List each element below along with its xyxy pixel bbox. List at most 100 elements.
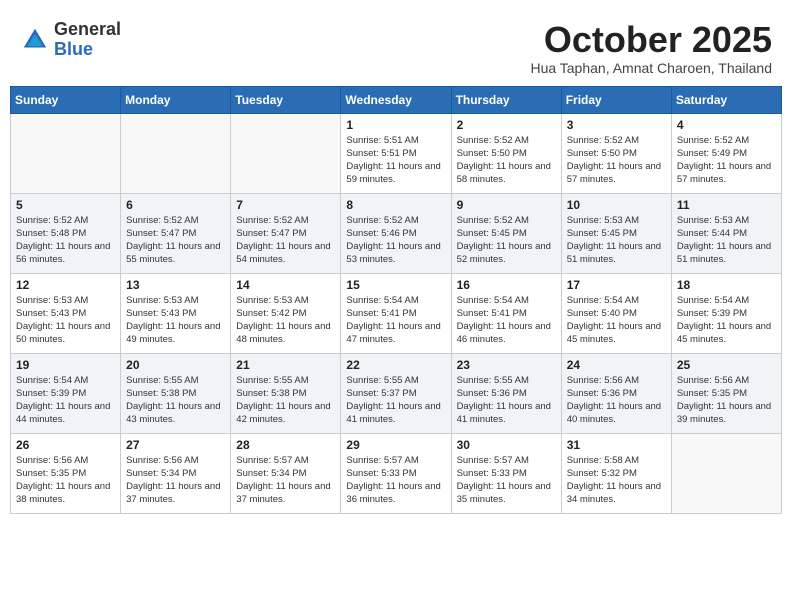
calendar-day-cell: 6Sunrise: 5:52 AM Sunset: 5:47 PM Daylig… — [121, 193, 231, 273]
calendar-day-cell: 4 Sunrise: 5:52 AM Sunset: 5:49 PM Daylig… — [671, 113, 781, 193]
weekday-header: Sunday — [11, 86, 121, 113]
calendar-day-cell: 26 Sunrise: 5:56 AM Sunset: 5:35 PM Dayli… — [11, 433, 121, 513]
day-number: 4 — [677, 118, 776, 132]
day-number: 20 — [126, 358, 225, 372]
logo-general: General — [54, 20, 121, 40]
calendar-day-cell: 3 Sunrise: 5:52 AM Sunset: 5:50 PM Daylig… — [561, 113, 671, 193]
day-info: Sunrise: 5:52 AM Sunset: 5:47 PM Dayligh… — [126, 214, 225, 267]
day-number: 25 — [677, 358, 776, 372]
calendar-day-cell: 7Sunrise: 5:52 AM Sunset: 5:47 PM Daylig… — [231, 193, 341, 273]
calendar-week-row: 1 Sunrise: 5:51 AM Sunset: 5:51 PM Daylig… — [11, 113, 782, 193]
page-header: General Blue October 2025 Hua Taphan, Am… — [10, 10, 782, 81]
calendar-day-cell: 14 Sunrise: 5:53 AM Sunset: 5:42 PM Dayli… — [231, 273, 341, 353]
day-info: Sunrise: 5:52 AM Sunset: 5:46 PM Dayligh… — [346, 214, 445, 267]
day-info: Sunrise: 5:52 AM Sunset: 5:48 PM Dayligh… — [16, 214, 115, 267]
day-info: Sunrise: 5:54 AM Sunset: 5:40 PM Dayligh… — [567, 294, 666, 347]
weekday-header: Tuesday — [231, 86, 341, 113]
calendar-day-cell: 5Sunrise: 5:52 AM Sunset: 5:48 PM Daylig… — [11, 193, 121, 273]
calendar-day-cell: 19Sunrise: 5:54 AM Sunset: 5:39 PM Dayli… — [11, 353, 121, 433]
calendar-day-cell: 15 Sunrise: 5:54 AM Sunset: 5:41 PM Dayli… — [341, 273, 451, 353]
logo: General Blue — [20, 20, 121, 60]
day-info: Sunrise: 5:53 AM Sunset: 5:43 PM Dayligh… — [16, 294, 115, 347]
day-info: Sunrise: 5:53 AM Sunset: 5:43 PM Dayligh… — [126, 294, 225, 347]
calendar-day-cell: 25 Sunrise: 5:56 AM Sunset: 5:35 PM Dayli… — [671, 353, 781, 433]
day-info: Sunrise: 5:56 AM Sunset: 5:36 PM Dayligh… — [567, 374, 666, 427]
day-info: Sunrise: 5:57 AM Sunset: 5:34 PM Dayligh… — [236, 454, 335, 507]
day-number: 16 — [457, 278, 556, 292]
calendar-day-cell: 30Sunrise: 5:57 AM Sunset: 5:33 PM Dayli… — [451, 433, 561, 513]
calendar-day-cell — [231, 113, 341, 193]
day-number: 14 — [236, 278, 335, 292]
day-number: 24 — [567, 358, 666, 372]
calendar-day-cell: 17 Sunrise: 5:54 AM Sunset: 5:40 PM Dayli… — [561, 273, 671, 353]
calendar-day-cell — [11, 113, 121, 193]
calendar-week-row: 5Sunrise: 5:52 AM Sunset: 5:48 PM Daylig… — [11, 193, 782, 273]
weekday-header: Wednesday — [341, 86, 451, 113]
weekday-header: Friday — [561, 86, 671, 113]
calendar-day-cell: 23 Sunrise: 5:55 AM Sunset: 5:36 PM Dayli… — [451, 353, 561, 433]
day-number: 31 — [567, 438, 666, 452]
logo-blue: Blue — [54, 40, 121, 60]
day-number: 23 — [457, 358, 556, 372]
calendar-day-cell: 1 Sunrise: 5:51 AM Sunset: 5:51 PM Daylig… — [341, 113, 451, 193]
calendar-day-cell: 28 Sunrise: 5:57 AM Sunset: 5:34 PM Dayli… — [231, 433, 341, 513]
day-info: Sunrise: 5:53 AM Sunset: 5:45 PM Dayligh… — [567, 214, 666, 267]
day-number: 17 — [567, 278, 666, 292]
day-number: 27 — [126, 438, 225, 452]
day-number: 8 — [346, 198, 445, 212]
day-number: 19 — [16, 358, 115, 372]
day-number: 1 — [346, 118, 445, 132]
day-number: 15 — [346, 278, 445, 292]
day-info: Sunrise: 5:55 AM Sunset: 5:36 PM Dayligh… — [457, 374, 556, 427]
title-section: October 2025 Hua Taphan, Amnat Charoen, … — [530, 20, 772, 76]
calendar-day-cell: 9 Sunrise: 5:52 AM Sunset: 5:45 PM Daylig… — [451, 193, 561, 273]
weekday-header: Thursday — [451, 86, 561, 113]
day-number: 12 — [16, 278, 115, 292]
calendar-day-cell: 13 Sunrise: 5:53 AM Sunset: 5:43 PM Dayli… — [121, 273, 231, 353]
day-info: Sunrise: 5:55 AM Sunset: 5:38 PM Dayligh… — [236, 374, 335, 427]
calendar-week-row: 19Sunrise: 5:54 AM Sunset: 5:39 PM Dayli… — [11, 353, 782, 433]
day-number: 22 — [346, 358, 445, 372]
calendar-day-cell: 20 Sunrise: 5:55 AM Sunset: 5:38 PM Dayli… — [121, 353, 231, 433]
calendar-day-cell: 10Sunrise: 5:53 AM Sunset: 5:45 PM Dayli… — [561, 193, 671, 273]
day-info: Sunrise: 5:53 AM Sunset: 5:42 PM Dayligh… — [236, 294, 335, 347]
day-info: Sunrise: 5:52 AM Sunset: 5:45 PM Dayligh… — [457, 214, 556, 267]
calendar-day-cell: 21Sunrise: 5:55 AM Sunset: 5:38 PM Dayli… — [231, 353, 341, 433]
day-number: 26 — [16, 438, 115, 452]
day-info: Sunrise: 5:53 AM Sunset: 5:44 PM Dayligh… — [677, 214, 776, 267]
weekday-header: Saturday — [671, 86, 781, 113]
calendar-week-row: 26 Sunrise: 5:56 AM Sunset: 5:35 PM Dayli… — [11, 433, 782, 513]
calendar-day-cell: 11 Sunrise: 5:53 AM Sunset: 5:44 PM Dayli… — [671, 193, 781, 273]
calendar-day-cell: 12 Sunrise: 5:53 AM Sunset: 5:43 PM Dayli… — [11, 273, 121, 353]
day-info: Sunrise: 5:56 AM Sunset: 5:35 PM Dayligh… — [16, 454, 115, 507]
day-number: 11 — [677, 198, 776, 212]
calendar-day-cell: 29 Sunrise: 5:57 AM Sunset: 5:33 PM Dayli… — [341, 433, 451, 513]
day-info: Sunrise: 5:54 AM Sunset: 5:41 PM Dayligh… — [457, 294, 556, 347]
day-info: Sunrise: 5:52 AM Sunset: 5:50 PM Dayligh… — [567, 134, 666, 187]
calendar-day-cell: 24 Sunrise: 5:56 AM Sunset: 5:36 PM Dayli… — [561, 353, 671, 433]
month-title: October 2025 — [530, 20, 772, 60]
day-info: Sunrise: 5:57 AM Sunset: 5:33 PM Dayligh… — [457, 454, 556, 507]
day-info: Sunrise: 5:51 AM Sunset: 5:51 PM Dayligh… — [346, 134, 445, 187]
day-info: Sunrise: 5:55 AM Sunset: 5:38 PM Dayligh… — [126, 374, 225, 427]
calendar-day-cell — [121, 113, 231, 193]
day-info: Sunrise: 5:54 AM Sunset: 5:41 PM Dayligh… — [346, 294, 445, 347]
day-number: 13 — [126, 278, 225, 292]
day-info: Sunrise: 5:56 AM Sunset: 5:34 PM Dayligh… — [126, 454, 225, 507]
day-info: Sunrise: 5:58 AM Sunset: 5:32 PM Dayligh… — [567, 454, 666, 507]
day-info: Sunrise: 5:52 AM Sunset: 5:47 PM Dayligh… — [236, 214, 335, 267]
day-info: Sunrise: 5:57 AM Sunset: 5:33 PM Dayligh… — [346, 454, 445, 507]
day-info: Sunrise: 5:52 AM Sunset: 5:49 PM Dayligh… — [677, 134, 776, 187]
calendar-week-row: 12 Sunrise: 5:53 AM Sunset: 5:43 PM Dayli… — [11, 273, 782, 353]
day-info: Sunrise: 5:55 AM Sunset: 5:37 PM Dayligh… — [346, 374, 445, 427]
day-info: Sunrise: 5:56 AM Sunset: 5:35 PM Dayligh… — [677, 374, 776, 427]
day-number: 29 — [346, 438, 445, 452]
day-number: 28 — [236, 438, 335, 452]
location: Hua Taphan, Amnat Charoen, Thailand — [530, 60, 772, 76]
logo-icon — [20, 25, 50, 55]
calendar-day-cell: 27 Sunrise: 5:56 AM Sunset: 5:34 PM Dayli… — [121, 433, 231, 513]
calendar-day-cell: 22 Sunrise: 5:55 AM Sunset: 5:37 PM Dayli… — [341, 353, 451, 433]
day-number: 3 — [567, 118, 666, 132]
calendar-day-cell: 31 Sunrise: 5:58 AM Sunset: 5:32 PM Dayli… — [561, 433, 671, 513]
day-number: 9 — [457, 198, 556, 212]
